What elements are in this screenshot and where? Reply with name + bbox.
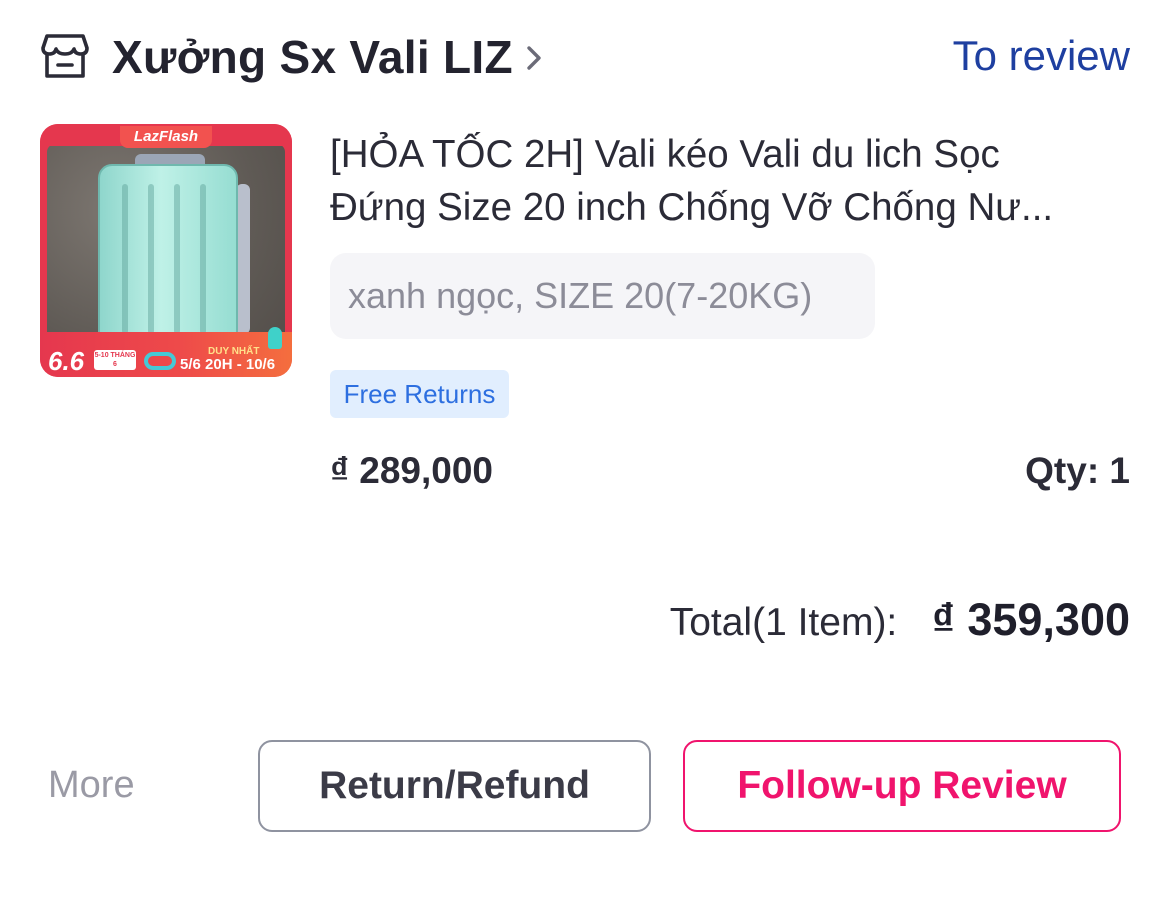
suitcase-side [236,184,250,334]
product-title-line: Đứng Size 20 inch Chống Vỡ Chống Nư... [330,186,1054,229]
chevron-right-icon[interactable] [524,38,546,78]
product-thumbnail[interactable]: LazFlash 6.6 5-10 THÁNG 6 DUY NHẤT 5/6 2… [40,124,292,377]
product-title-line: [HỎA TỐC 2H] Vali kéo Vali du lich Sọc [330,133,1000,176]
product-title[interactable]: [HỎA TỐC 2H] Vali kéo Vali du lich Sọc Đ… [330,128,1130,234]
store-name[interactable]: Xưởng Sx Vali LIZ [112,30,513,84]
product-price: ₫ 289,000 [330,450,494,491]
suitcase-ridge [148,184,154,334]
swim-ring-icon [144,352,176,370]
return-refund-button[interactable]: Return/Refund [258,740,651,832]
suitcase-ridge [200,184,206,334]
product-variant: xanh ngọc, SIZE 20(7-20KG) [330,253,875,339]
promo-date: 5/6 20H - 10/6 [180,356,276,373]
order-total: Total(1 Item): ₫ 359,300 [670,594,1130,656]
promo-event: 6.6 [48,346,85,376]
free-returns-badge: Free Returns [330,370,509,418]
popsicle-icon [268,327,282,349]
suitcase-ridge [174,184,180,334]
lazflash-badge: LazFlash [120,126,212,148]
total-value: ₫ 359,300 [931,594,1130,645]
order-status-link[interactable]: To review [953,32,1130,80]
suitcase-ridge [122,184,128,334]
product-quantity: Qty: 1 [1025,450,1130,491]
total-label: Total(1 Item): [669,601,898,644]
store-icon [40,32,90,80]
suitcase-body [98,164,238,349]
follow-up-review-button[interactable]: Follow-up Review [683,740,1121,832]
more-button[interactable]: More [48,764,135,807]
store-header[interactable]: Xưởng Sx Vali LIZ To review [40,26,1130,88]
promo-days: 5-10 THÁNG 6 [94,350,136,370]
